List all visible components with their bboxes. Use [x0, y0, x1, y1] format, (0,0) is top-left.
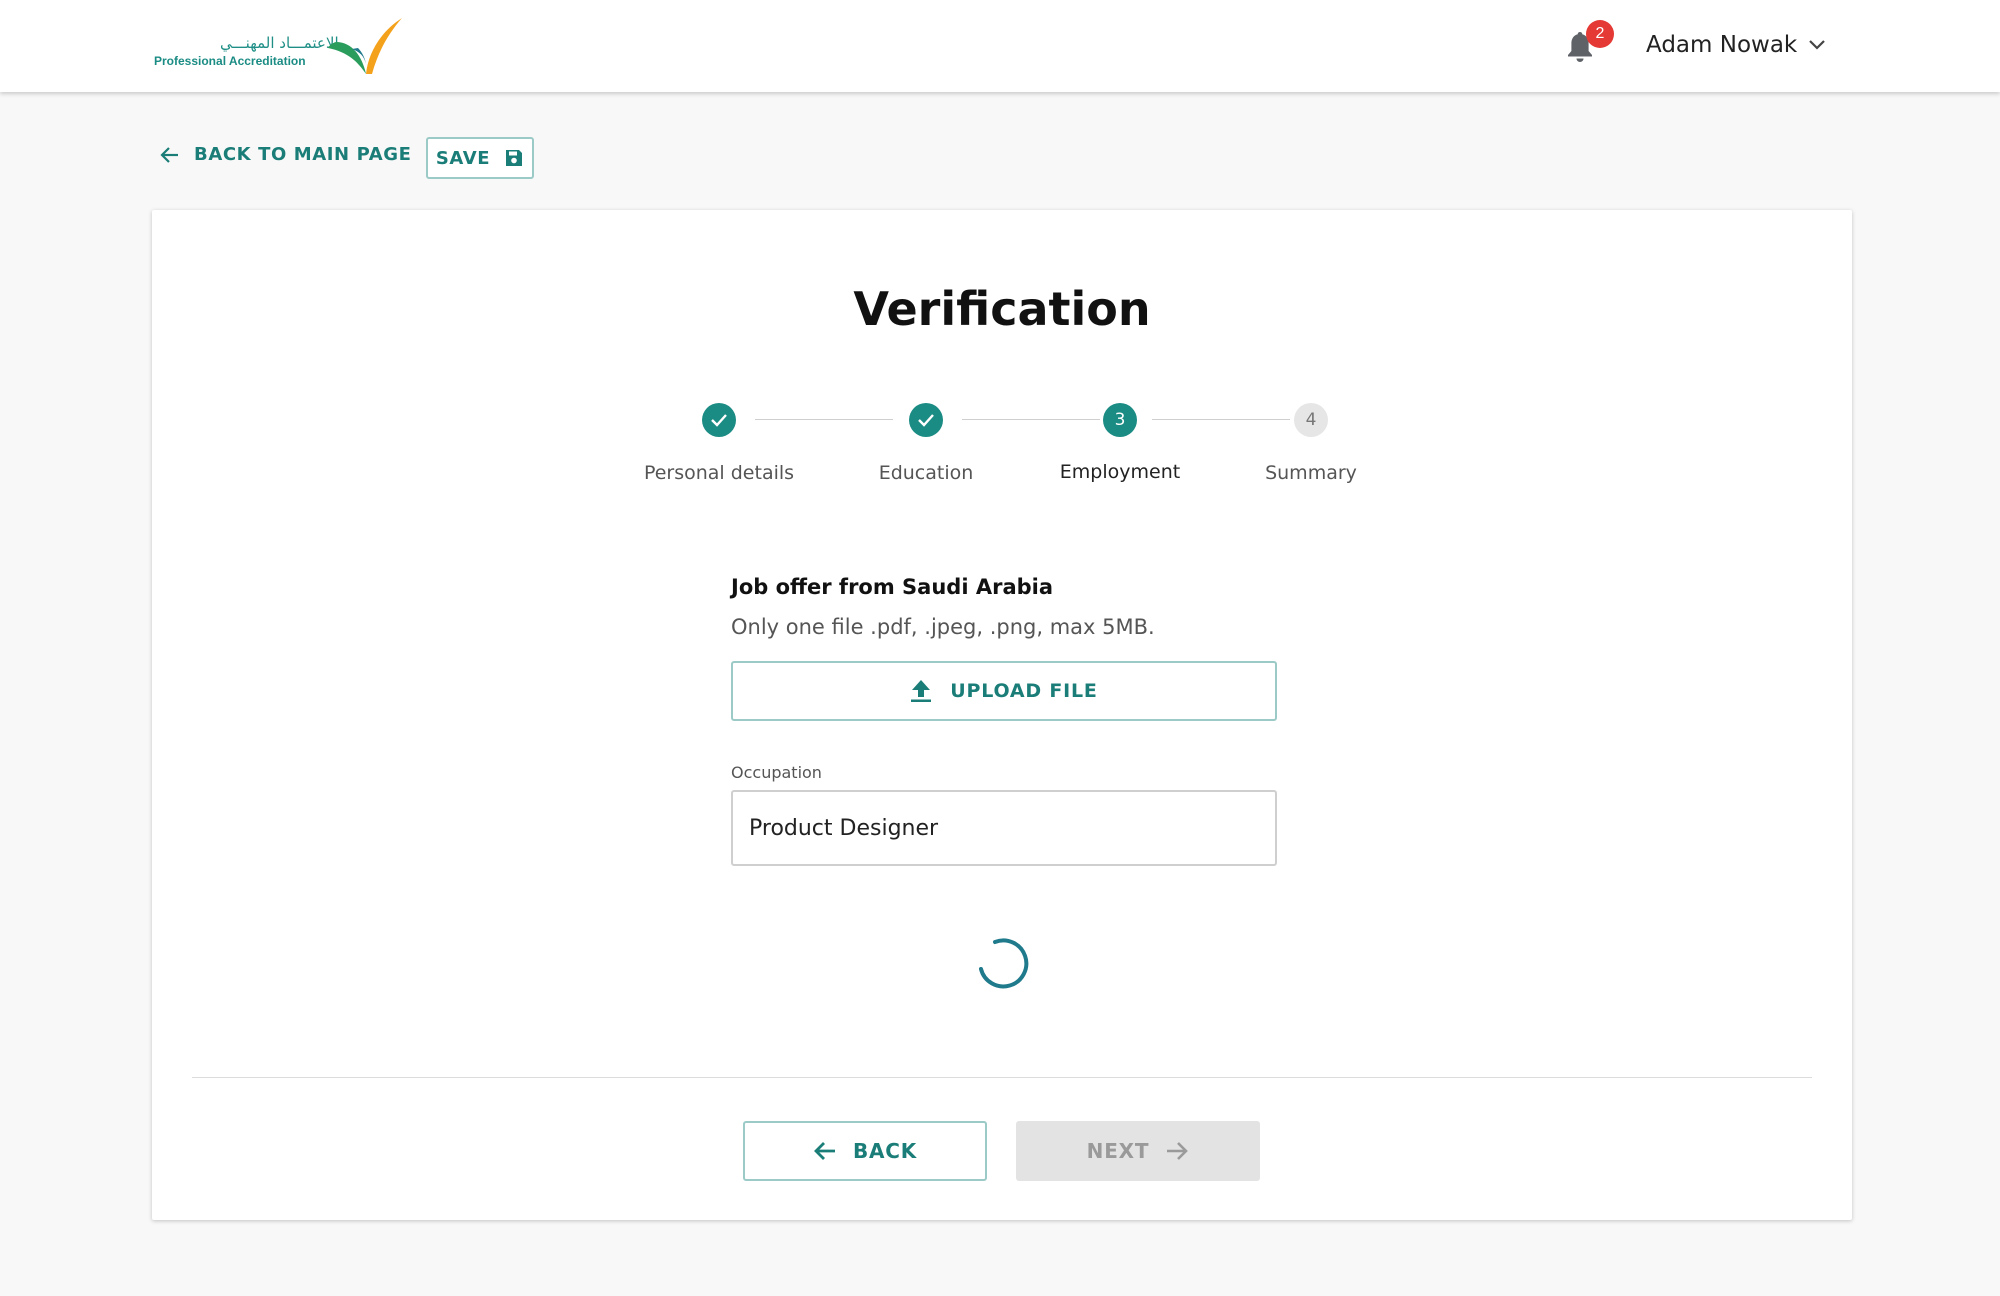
file-hint: Only one file .pdf, .jpeg, .png, max 5MB…	[731, 615, 1155, 639]
step-label-education: Education	[878, 462, 974, 484]
save-button[interactable]: SAVE	[426, 137, 534, 179]
upload-icon	[911, 680, 932, 702]
next-button-label: NEXT	[1086, 1139, 1150, 1163]
logo[interactable]: الاعتمـــاد المهنـــي Professional Accre…	[150, 18, 402, 76]
step-label-summary: Summary	[1265, 462, 1357, 484]
back-button-label: BACK	[852, 1139, 918, 1163]
next-button[interactable]: NEXT	[1016, 1121, 1260, 1181]
logo-arabic-text: الاعتمـــاد المهنـــي	[220, 34, 339, 52]
step-connector	[962, 419, 1100, 420]
job-offer-title: Job offer from Saudi Arabia	[731, 575, 1054, 599]
occupation-input[interactable]	[731, 790, 1277, 866]
arrow-left-icon	[813, 1142, 835, 1160]
step-4-indicator: 4	[1294, 403, 1328, 437]
check-icon	[711, 414, 727, 427]
save-button-label: SAVE	[435, 147, 491, 169]
upload-file-button[interactable]: UPLOAD FILE	[731, 661, 1277, 721]
employment-form: Job offer from Saudi Arabia Only one fil…	[731, 575, 1277, 866]
step-connector	[755, 419, 893, 420]
notification-badge: 2	[1586, 20, 1614, 48]
divider	[192, 1077, 1812, 1078]
step-3-indicator: 3	[1103, 403, 1137, 437]
step-1-indicator	[702, 403, 736, 437]
arrow-right-icon	[1167, 1142, 1189, 1160]
back-to-main-page-label: BACK TO MAIN PAGE	[194, 144, 412, 165]
logo-bird-icon	[328, 18, 402, 74]
back-button[interactable]: BACK	[743, 1121, 987, 1181]
logo-english-text: Professional Accreditation	[154, 54, 306, 68]
step-label-employment: Employment	[1059, 461, 1181, 483]
check-icon	[918, 414, 934, 427]
user-name: Adam Nowak	[1646, 32, 1798, 58]
occupation-label: Occupation	[731, 763, 822, 782]
back-to-main-page-link[interactable]: BACK TO MAIN PAGE	[160, 144, 412, 165]
verification-card: Verification 3 4 Personal details Educat…	[152, 210, 1852, 1220]
floppy-disk-icon	[506, 150, 523, 166]
step-connector	[1152, 419, 1290, 420]
arrow-left-icon	[160, 146, 178, 163]
user-menu[interactable]: Adam Nowak	[1646, 32, 1827, 58]
step-label-personal-details: Personal details	[643, 462, 795, 484]
chevron-down-icon	[1809, 40, 1826, 50]
upload-file-label: UPLOAD FILE	[950, 680, 1098, 702]
step-2-indicator	[909, 403, 943, 437]
stepper: 3 4 Personal details Education Employmen…	[152, 210, 1852, 510]
loading-spinner-icon	[979, 938, 1029, 989]
top-bar: الاعتمـــاد المهنـــي Professional Accre…	[0, 0, 2000, 92]
